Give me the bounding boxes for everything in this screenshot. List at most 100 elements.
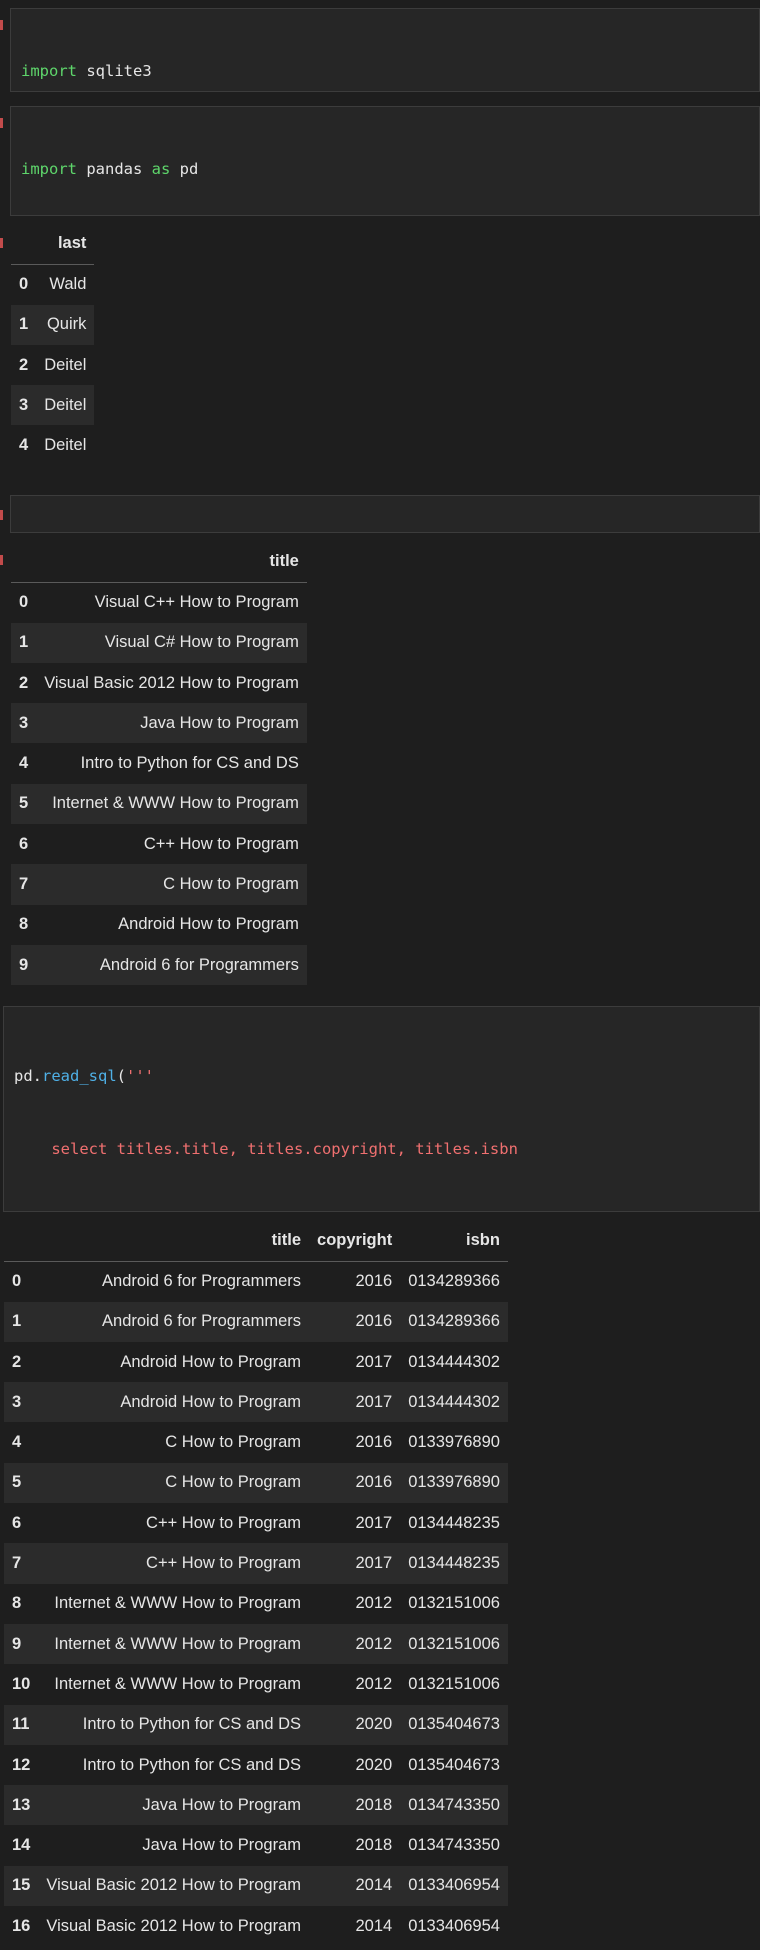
table-cell: Intro to Python for CS and DS [82, 1715, 302, 1734]
row-index: 8 [12, 1594, 22, 1613]
table-row: 2 Android How to Program 2017 0134444302 [4, 1342, 508, 1382]
code-line: from titles [14, 1210, 759, 1211]
row-index: 4 [19, 436, 29, 455]
table-row: 4 Deitel [11, 425, 94, 465]
row-index: 14 [12, 1836, 31, 1855]
table-cell: 2017 [355, 1352, 393, 1371]
table-cell: Deitel [44, 355, 87, 374]
code-token: as [151, 159, 171, 178]
column-header: title [36, 542, 307, 583]
row-index: 16 [12, 1916, 31, 1935]
table-cell: Visual Basic 2012 How to Program [44, 673, 299, 692]
table-cell: C++ How to Program [143, 834, 299, 853]
table-cell: Java How to Program [142, 1836, 302, 1855]
table-cell: Quirk [46, 315, 87, 334]
table-cell: Intro to Python for CS and DS [82, 1755, 302, 1774]
table-cell: Java How to Program [142, 1795, 302, 1814]
table-cell: C How to Program [165, 1473, 302, 1492]
table-cell: 0133976890 [408, 1473, 500, 1492]
table-row: 11 Intro to Python for CS and DS 2020 01354… [4, 1704, 508, 1745]
index-header [11, 542, 37, 583]
row-index: 3 [12, 1392, 22, 1411]
table-cell: Android 6 for Programmers [102, 1312, 302, 1331]
table-cell: 0132151006 [408, 1674, 500, 1693]
table-row: 9 Internet & WWW How to Program 2012 013215… [4, 1623, 508, 1665]
table-cell: Internet & WWW How to Program [52, 794, 299, 813]
table-cell: Internet & WWW How to Program [54, 1674, 302, 1693]
column-header: copyright [309, 1221, 401, 1262]
table-cell: 0134743350 [408, 1836, 500, 1855]
row-index: 2 [19, 673, 29, 692]
table-cell: 0133406954 [408, 1916, 500, 1935]
table-cell: 2017 [355, 1392, 393, 1411]
dataframe-authors-last: last 0 Wald 1 Quirk 2 Deitel 3 Deitel 4 Deitel [11, 224, 95, 466]
row-index: 0 [19, 593, 29, 612]
table-row: 4 Intro to Python for CS and DS [11, 743, 307, 783]
table-cell: 2018 [355, 1795, 393, 1814]
code-token: select titles.title, titles.copyright, t… [14, 1140, 518, 1159]
table-cell: Visual C++ How to Program [94, 593, 299, 612]
code-cell-inner-join-query[interactable]: pd.read_sql(''' select titles.title, tit… [3, 1006, 760, 1212]
row-index: 15 [12, 1876, 31, 1895]
table-row: 1 Android 6 for Programmers 2016 0134289366 [4, 1301, 508, 1342]
row-index: 2 [19, 355, 29, 374]
table-cell: 0134743350 [408, 1795, 500, 1814]
table-cell: 0135404673 [408, 1715, 500, 1734]
row-index: 7 [12, 1554, 22, 1573]
table-cell: Java How to Program [140, 713, 299, 732]
table-row: 0 Wald [11, 264, 94, 304]
table-cell: Deitel [44, 395, 87, 414]
row-index: 7 [19, 875, 29, 894]
row-index: 1 [12, 1312, 22, 1331]
index-header [11, 224, 37, 265]
table-cell: C How to Program [163, 875, 299, 894]
row-index: 9 [19, 955, 29, 974]
code-cell-sqlite-connect[interactable]: import sqlite3 connection = sqlite3.conn… [10, 8, 760, 92]
row-index: 0 [12, 1272, 22, 1291]
table-cell: 2012 [355, 1594, 393, 1613]
row-index: 1 [19, 315, 29, 334]
table-cell: 0134289366 [408, 1312, 500, 1331]
row-index: 6 [19, 834, 29, 853]
table-cell: 0133406954 [408, 1876, 500, 1895]
table-cell: 2016 [355, 1312, 393, 1331]
table-cell: 2012 [355, 1634, 393, 1653]
table-row: 5 C How to Program 2016 0133976890 [4, 1462, 508, 1504]
code-cell-read-authors[interactable]: import pandas as pd pd.options.display.m… [10, 106, 760, 216]
code-token: import [21, 159, 77, 178]
table-row: 8 Internet & WWW How to Program 2012 013215… [4, 1584, 508, 1624]
table-cell: Deitel [44, 436, 87, 455]
code-token: pandas [77, 159, 152, 178]
table-cell: 2016 [355, 1433, 393, 1452]
table-row: 1 Quirk [11, 304, 95, 345]
code-token: ( [116, 1066, 126, 1085]
table-cell: 2017 [355, 1513, 393, 1532]
table-cell: 2018 [355, 1836, 393, 1855]
row-index: 10 [12, 1674, 31, 1693]
table-cell: Android How to Program [120, 1352, 302, 1371]
table-cell: 0133976890 [408, 1433, 500, 1452]
table-cell: 0135404673 [408, 1755, 500, 1774]
code-cell-read-titles[interactable]: pd.read_sql('select title from titles or… [10, 495, 760, 533]
table-row: 7 C How to Program [11, 864, 307, 905]
table-row: 10 Internet & WWW How to Program 2012 01321… [4, 1664, 508, 1704]
table-cell: Internet & WWW How to Program [54, 1594, 302, 1613]
code-line: import sqlite3 [21, 59, 759, 83]
table-cell: 2020 [355, 1755, 393, 1774]
code-token: read_sql [42, 1066, 117, 1085]
table-cell: 0132151006 [408, 1634, 500, 1653]
cell-marker [0, 238, 3, 248]
table-cell: Android How to Program [118, 915, 299, 934]
table-row: 8 Android How to Program [11, 905, 307, 945]
index-header [4, 1221, 39, 1262]
table-row: 13 Java How to Program 2018 0134743350 [4, 1785, 508, 1826]
table-row: 2 Deitel [11, 345, 94, 385]
row-index: 4 [19, 754, 29, 773]
table-row: 2 Visual Basic 2012 How to Program [11, 663, 307, 703]
row-index: 8 [19, 915, 29, 934]
cell-marker [0, 510, 3, 520]
table-cell: Android How to Program [120, 1392, 302, 1411]
table-cell: Android 6 for Programmers [99, 955, 299, 974]
table-cell: Visual Basic 2012 How to Program [46, 1916, 302, 1935]
table-row: 3 Android How to Program 2017 0134444302 [4, 1382, 508, 1423]
